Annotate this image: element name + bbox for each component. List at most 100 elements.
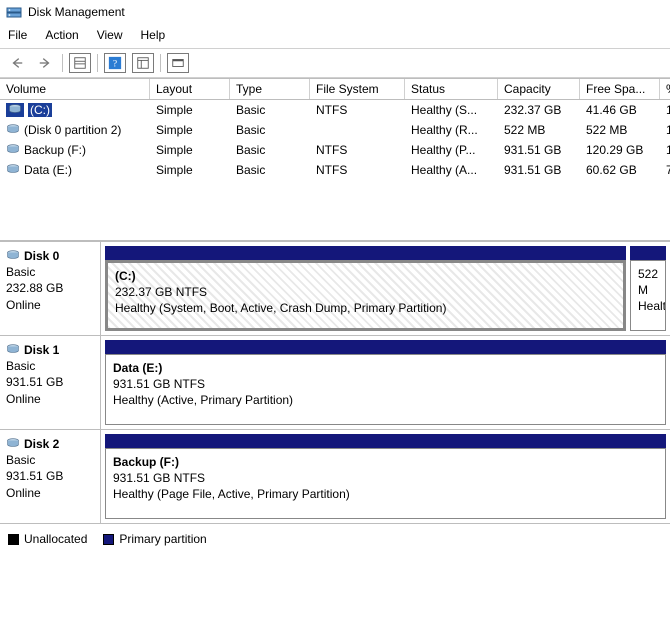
col-status[interactable]: Status [405, 79, 498, 99]
col-freespace[interactable]: Free Spa... [580, 79, 660, 99]
disk-row: Disk 1Basic931.51 GBOnlineData (E:)931.5… [0, 336, 670, 430]
disk-icon [6, 123, 20, 137]
cell-type: Basic [230, 121, 310, 139]
separator [160, 54, 161, 72]
cell-fs: NTFS [310, 101, 405, 119]
list-view-button[interactable] [132, 53, 154, 73]
swatch-black [8, 534, 19, 545]
disk-icon [6, 436, 20, 452]
partition-size: 232.37 GB NTFS [115, 284, 616, 300]
volume-name-cell[interactable]: (Disk 0 partition 2) [0, 121, 150, 139]
cell-capacity: 522 MB [498, 121, 580, 139]
cell-status: Healthy (P... [405, 141, 498, 159]
col-capacity[interactable]: Capacity [498, 79, 580, 99]
separator [97, 54, 98, 72]
forward-button[interactable] [34, 53, 56, 73]
disk-state: Online [6, 391, 94, 407]
swatch-navy [103, 534, 114, 545]
cell-free: 522 MB [580, 121, 660, 139]
volume-row[interactable]: Backup (F:)SimpleBasicNTFSHealthy (P...9… [0, 140, 670, 160]
disk-info[interactable]: Disk 1Basic931.51 GBOnline [0, 336, 101, 429]
col-pctfree[interactable]: % Free [660, 79, 670, 99]
disk-row: Disk 0Basic232.88 GBOnline(C:)232.37 GB … [0, 242, 670, 336]
toolbar: ? [0, 49, 670, 78]
cell-status: Healthy (S... [405, 101, 498, 119]
settings-button[interactable] [69, 53, 91, 73]
cell-pct: 18 % [660, 101, 670, 119]
disk-info[interactable]: Disk 2Basic931.51 GBOnline [0, 430, 101, 523]
volume-row[interactable]: (C:) SimpleBasicNTFSHealthy (S...232.37 G… [0, 100, 670, 120]
disk-type: Basic [6, 264, 94, 280]
disk-icon [6, 143, 20, 157]
cell-type: Basic [230, 101, 310, 119]
disk-size: 232.88 GB [6, 280, 94, 296]
col-volume[interactable]: Volume [0, 79, 150, 99]
volume-row[interactable]: (Disk 0 partition 2) SimpleBasic Healthy (… [0, 120, 670, 140]
disk-size: 931.51 GB [6, 468, 94, 484]
disk-icon [6, 248, 20, 264]
cell-layout: Simple [150, 101, 230, 119]
cell-layout: Simple [150, 121, 230, 139]
menu-view[interactable]: View [97, 28, 123, 42]
graphical-view-button[interactable] [167, 53, 189, 73]
disk-info[interactable]: Disk 0Basic232.88 GBOnline [0, 242, 101, 335]
cell-pct: 7 % [660, 161, 670, 179]
volume-name: (Disk 0 partition 2) [24, 123, 121, 137]
disk-type: Basic [6, 452, 94, 468]
partition-box[interactable]: (C:)232.37 GB NTFSHealthy (System, Boot,… [105, 260, 626, 331]
cell-status: Healthy (R... [405, 121, 498, 139]
partition-box[interactable]: Data (E:)931.51 GB NTFSHealthy (Active, … [105, 354, 666, 425]
menu-action[interactable]: Action [45, 28, 78, 42]
volume-name: Backup (F:) [24, 143, 86, 157]
cell-pct: 13 % [660, 141, 670, 159]
partition-colorbar [105, 246, 626, 260]
legend-primary: Primary partition [103, 532, 206, 546]
volume-name-cell[interactable]: Data (E:) [0, 161, 150, 179]
cell-capacity: 232.37 GB [498, 101, 580, 119]
cell-type: Basic [230, 161, 310, 179]
partition-box[interactable]: 522 MHealtl [630, 260, 666, 331]
help-button[interactable]: ? [104, 53, 126, 73]
volume-name-cell[interactable]: Backup (F:) [0, 141, 150, 159]
disk-icon [6, 342, 20, 358]
volume-name-cell[interactable]: (C:) [0, 101, 150, 119]
partition-line: Healtl [638, 298, 658, 314]
col-type[interactable]: Type [230, 79, 310, 99]
cell-capacity: 931.51 GB [498, 141, 580, 159]
svg-text:?: ? [113, 59, 117, 70]
cell-free: 60.62 GB [580, 161, 660, 179]
disk-size: 931.51 GB [6, 374, 94, 390]
partition-status: Healthy (Active, Primary Partition) [113, 392, 658, 408]
legend-unallocated: Unallocated [8, 532, 87, 546]
partition-title: Backup (F:) [113, 454, 658, 470]
volume-name: (C:) [28, 103, 52, 117]
disk-state: Online [6, 485, 94, 501]
back-button[interactable] [6, 53, 28, 73]
partition-status: Healthy (Page File, Active, Primary Part… [113, 486, 658, 502]
volume-row[interactable]: Data (E:)SimpleBasicNTFSHealthy (A...931… [0, 160, 670, 180]
cell-fs: NTFS [310, 141, 405, 159]
volume-name: Data (E:) [24, 163, 72, 177]
disk-row: Disk 2Basic931.51 GBOnlineBackup (F:)931… [0, 430, 670, 524]
partition-size: 931.51 GB NTFS [113, 470, 658, 486]
col-filesystem[interactable]: File System [310, 79, 405, 99]
partition-box[interactable]: Backup (F:)931.51 GB NTFSHealthy (Page F… [105, 448, 666, 519]
menu-bar: File Action View Help [0, 24, 670, 49]
volume-list-header: Volume Layout Type File System Status Ca… [0, 78, 670, 100]
volume-list: (C:)SimpleBasicNTFSHealthy (S...232.37 G… [0, 100, 670, 240]
partition-title: (C:) [115, 268, 616, 284]
disk-partitions: Backup (F:)931.51 GB NTFSHealthy (Page F… [101, 430, 670, 523]
cell-layout: Simple [150, 161, 230, 179]
menu-help[interactable]: Help [141, 28, 166, 42]
window-title: Disk Management [28, 5, 125, 19]
separator [62, 54, 63, 72]
menu-file[interactable]: File [8, 28, 27, 42]
partition-colorbar [630, 246, 666, 260]
disk-name: Disk 0 [6, 248, 94, 264]
col-layout[interactable]: Layout [150, 79, 230, 99]
disk-icon [6, 163, 20, 177]
title-bar: Disk Management [0, 0, 670, 24]
cell-fs: NTFS [310, 161, 405, 179]
diskmgmt-icon [6, 4, 22, 20]
disk-partitions: (C:)232.37 GB NTFSHealthy (System, Boot,… [101, 242, 670, 335]
